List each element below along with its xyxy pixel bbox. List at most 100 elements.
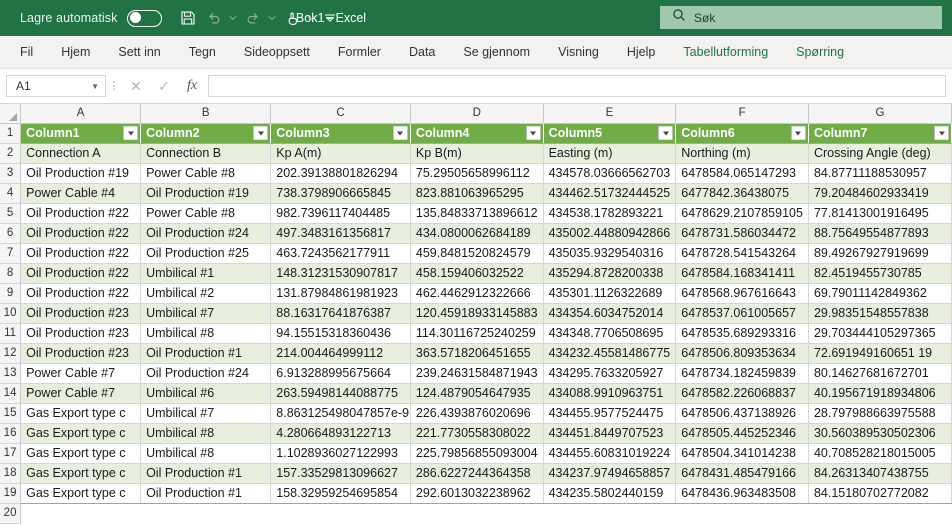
- grid-cell[interactable]: 434462.51732444525: [543, 183, 677, 204]
- grid-cell-empty[interactable]: [270, 503, 411, 523]
- grid-cell[interactable]: 286.6227244364358: [410, 463, 544, 484]
- grid-cell[interactable]: 124.4879054647935: [410, 383, 544, 404]
- grid-cell[interactable]: 148.31231530907817: [270, 263, 411, 284]
- grid-cell[interactable]: 77.81413001916495: [808, 203, 952, 224]
- row-header-20[interactable]: 20: [0, 503, 22, 524]
- row-header-2[interactable]: 2: [0, 143, 22, 164]
- grid-cell[interactable]: 84.87711188530957: [808, 163, 952, 184]
- table-header-cell[interactable]: Column1: [20, 122, 142, 144]
- grid-cell[interactable]: 79.20484602933419: [808, 183, 952, 204]
- grid-cell[interactable]: Oil Production #24: [140, 363, 272, 384]
- tab-hjem[interactable]: Hjem: [49, 40, 102, 64]
- grid-cell[interactable]: Oil Production #22: [20, 283, 142, 304]
- save-icon[interactable]: [176, 6, 200, 30]
- table-header-cell[interactable]: Column6: [675, 122, 809, 144]
- grid-cell[interactable]: Umbilical #1: [140, 263, 272, 284]
- grid-cell[interactable]: Oil Production #1: [140, 343, 272, 364]
- grid-cell[interactable]: 158.32959254695854: [270, 483, 411, 504]
- grid-cell[interactable]: 434455.60831019224: [543, 443, 677, 464]
- grid-cell[interactable]: 6.913288995675664: [270, 363, 411, 384]
- insert-function-icon[interactable]: fx: [178, 78, 206, 94]
- grid-cell[interactable]: Umbilical #7: [140, 403, 272, 424]
- grid-cell[interactable]: 459.8481520824579: [410, 243, 544, 264]
- tab-hjelp[interactable]: Hjelp: [615, 40, 668, 64]
- grid-cell[interactable]: Umbilical #6: [140, 383, 272, 404]
- grid-cell[interactable]: 434295.7633205927: [543, 363, 677, 384]
- grid-cell[interactable]: 434237.97494658857: [543, 463, 677, 484]
- filter-dropdown-icon[interactable]: [253, 126, 269, 140]
- grid-cell[interactable]: Oil Production #25: [140, 243, 272, 264]
- grid-cell[interactable]: 292.6013032238962: [410, 483, 544, 504]
- grid-cell[interactable]: Oil Production #19: [20, 163, 142, 184]
- row-header-18[interactable]: 18: [0, 463, 22, 484]
- grid-cell[interactable]: 497.3483161356817: [270, 223, 411, 244]
- grid-cell[interactable]: 434348.7706508695: [543, 323, 677, 344]
- grid-cell[interactable]: Gas Export type c: [20, 483, 142, 504]
- touch-mode-chevron-down-icon[interactable]: [306, 6, 317, 30]
- grid-cell[interactable]: 69.79011142849362: [808, 283, 952, 304]
- empty-row[interactable]: 20: [0, 503, 952, 524]
- tab-sett-inn[interactable]: Sett inn: [106, 40, 172, 64]
- column-header-d[interactable]: D: [410, 104, 544, 124]
- grid-cell[interactable]: 226.4393876020696: [410, 403, 544, 424]
- grid-cell-empty[interactable]: [543, 503, 676, 523]
- tab-fil[interactable]: Fil: [8, 40, 45, 64]
- grid-cell[interactable]: Power Cable #4: [20, 183, 142, 204]
- tab-sporring[interactable]: Spørring: [784, 40, 856, 64]
- grid-cell[interactable]: Oil Production #1: [140, 463, 272, 484]
- grid-cell[interactable]: 463.7243562177911: [270, 243, 411, 264]
- table-row[interactable]: 5 Oil Production #22 Power Cable #8 982.739…: [0, 203, 952, 224]
- grid-cell[interactable]: 6478505.445252346: [675, 423, 809, 444]
- grid-cell[interactable]: 6478734.182459839: [675, 363, 809, 384]
- tab-sideoppsett[interactable]: Sideoppsett: [232, 40, 322, 64]
- row-header-7[interactable]: 7: [0, 243, 22, 264]
- grid-cell[interactable]: Umbilical #2: [140, 283, 272, 304]
- tab-data[interactable]: Data: [397, 40, 447, 64]
- grid-cell[interactable]: 221.7730558308022: [410, 423, 544, 444]
- grid-cell[interactable]: 6478568.967616643: [675, 283, 809, 304]
- grid-cell[interactable]: 982.7396117404485: [270, 203, 411, 224]
- grid-cell[interactable]: 214.004464999112: [270, 343, 411, 364]
- row-header-8[interactable]: 8: [0, 263, 22, 284]
- grid-cell[interactable]: 434088.9910963751: [543, 383, 677, 404]
- grid-cell[interactable]: 28.797988663975588: [808, 403, 952, 424]
- grid-cell-empty[interactable]: [410, 503, 544, 523]
- table-header-cell[interactable]: Column3: [270, 122, 411, 144]
- grid-cell[interactable]: 6478535.689293316: [675, 323, 809, 344]
- grid-cell[interactable]: Oil Production #22: [20, 263, 142, 284]
- filter-dropdown-icon[interactable]: [525, 126, 541, 140]
- grid-cell[interactable]: 40.708528218015005: [808, 443, 952, 464]
- row-header-12[interactable]: 12: [0, 343, 22, 364]
- grid-cell[interactable]: 75.29505658996112: [410, 163, 544, 184]
- grid-cell[interactable]: 135.84833713896612: [410, 203, 544, 224]
- formula-input[interactable]: [208, 75, 946, 97]
- grid-cell[interactable]: 6478431.485479166: [675, 463, 809, 484]
- table-header-cell[interactable]: Column4: [410, 122, 544, 144]
- column-header-a[interactable]: A: [20, 104, 142, 124]
- table-row[interactable]: 14 Power Cable #7 Umbilical #6 263.59498144…: [0, 383, 952, 404]
- grid-cell[interactable]: 82.4519455730785: [808, 263, 952, 284]
- grid-cell[interactable]: 6478582.226068837: [675, 383, 809, 404]
- table-row[interactable]: 7 Oil Production #22 Oil Production #25 463…: [0, 243, 952, 264]
- grid-cell[interactable]: 30.560389530502306: [808, 423, 952, 444]
- grid-cell[interactable]: 114.30116725240259: [410, 323, 544, 344]
- row-header-5[interactable]: 5: [0, 203, 22, 224]
- worksheet-grid[interactable]: A B C D E F G 1 Column1 Column2 Column3 Colu…: [0, 104, 952, 525]
- table-row[interactable]: 19 Gas Export type c Oil Production #1 158.…: [0, 483, 952, 504]
- grid-cell[interactable]: 462.4462912322666: [410, 283, 544, 304]
- grid-cell[interactable]: 94.15515318360436: [270, 323, 411, 344]
- grid-cell[interactable]: Power Cable #7: [20, 363, 142, 384]
- row-header-19[interactable]: 19: [0, 483, 22, 504]
- table-row[interactable]: 9 Oil Production #22 Umbilical #2 131.87984…: [0, 283, 952, 304]
- grid-cell[interactable]: Power Cable #7: [20, 383, 142, 404]
- grid-cell[interactable]: 8.863125498047857e-9: [270, 403, 411, 424]
- grid-cell[interactable]: 6478504.341014238: [675, 443, 809, 464]
- worksheet-table[interactable]: A B C D E F G 1 Column1 Column2 Column3 Colu…: [0, 104, 952, 524]
- redo-dropdown-chevron-down-icon[interactable]: [267, 6, 278, 30]
- table-row[interactable]: 3 Oil Production #19 Power Cable #8 202.391…: [0, 163, 952, 184]
- grid-cell[interactable]: 6478629.2107859105: [675, 203, 809, 224]
- grid-cell[interactable]: Power Cable #8: [140, 203, 272, 224]
- undo-icon[interactable]: [202, 6, 226, 30]
- grid-cell[interactable]: Easting (m): [543, 143, 677, 164]
- row-header-9[interactable]: 9: [0, 283, 22, 304]
